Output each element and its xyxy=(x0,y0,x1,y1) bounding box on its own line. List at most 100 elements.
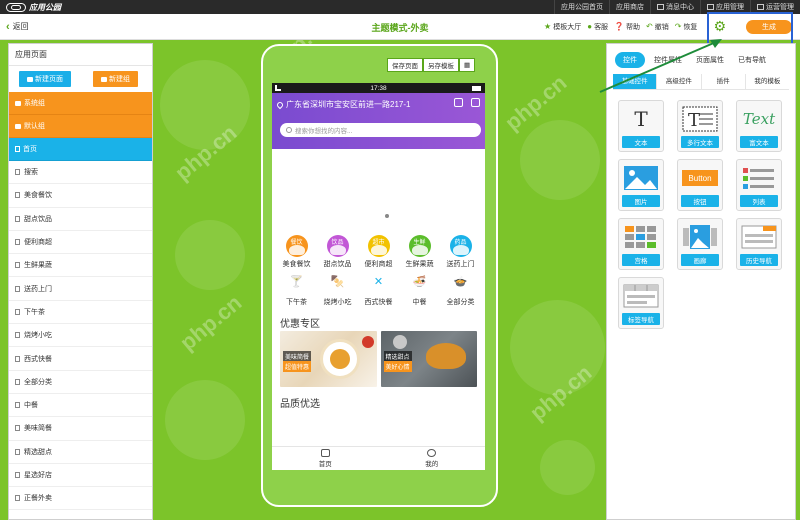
page-item-home[interactable]: 首页 xyxy=(9,138,152,161)
category-item[interactable]: 药品 送药上门 xyxy=(440,235,481,269)
category-item[interactable]: 生鲜 生鲜果蔬 xyxy=(399,235,440,269)
widget-text[interactable]: T 文本 xyxy=(618,100,664,152)
page-item[interactable]: 西式快餐 xyxy=(9,347,152,371)
page-item[interactable]: 美味简餐 xyxy=(9,417,152,441)
page-icon xyxy=(15,262,20,269)
tool-label: 客服 xyxy=(594,23,609,31)
category-item[interactable]: 🍲 全部分类 xyxy=(440,273,481,307)
generate-button[interactable]: 生成 xyxy=(746,19,792,34)
widget-grid[interactable]: 宫格 xyxy=(618,218,664,270)
location[interactable]: 广东省深圳市宝安区前进一路217-1 xyxy=(275,99,410,110)
scan-icon[interactable] xyxy=(454,98,463,107)
widget-tab-nav[interactable]: 标签导航 xyxy=(618,277,664,329)
undo-button[interactable]: ↶ 撤销 xyxy=(646,22,669,32)
page-item[interactable]: 烧烤小吃 xyxy=(9,324,152,348)
top-link-messages[interactable]: 消息中心 xyxy=(650,0,700,14)
category-item[interactable]: 饮品 甜点饮品 xyxy=(317,235,358,269)
promo-card[interactable]: 精选甜点 美好心情 xyxy=(380,331,477,387)
page-label: 便利商超 xyxy=(24,239,52,247)
tab-label: 首页 xyxy=(318,461,332,468)
category-item[interactable]: ✕ 西式快餐 xyxy=(358,273,399,307)
group-default[interactable]: 默认组 xyxy=(9,115,152,138)
page-label: 美食餐饮 xyxy=(24,192,52,200)
category-label: 美食餐饮 xyxy=(282,261,311,268)
category-item[interactable]: 🍢 烧烤小吃 xyxy=(317,273,358,307)
page-icon xyxy=(15,495,20,502)
page-label: 搜索 xyxy=(24,169,38,177)
save-page-button[interactable]: 保存页面 xyxy=(387,58,423,72)
widget-gallery[interactable]: 画廊 xyxy=(677,218,723,270)
promo-section-title: 优惠专区 xyxy=(280,319,320,330)
tool-label: 模板大厅 xyxy=(553,23,582,31)
page-icon xyxy=(15,472,20,478)
subtab-basic[interactable]: 基础控件 xyxy=(613,74,658,89)
back-label: 返回 xyxy=(12,22,29,31)
group-system[interactable]: 系统组 xyxy=(9,92,152,115)
tab-widgets[interactable]: 控件 xyxy=(615,52,645,68)
carousel-dot[interactable] xyxy=(385,214,389,218)
page-item[interactable]: 生鲜果蔬 xyxy=(9,254,152,278)
tab-home[interactable]: 首页 xyxy=(272,447,379,470)
menu-icon xyxy=(757,4,764,10)
template-hall-button[interactable]: ★ 模板大厅 xyxy=(544,22,581,32)
page-item[interactable]: 正餐外卖 xyxy=(9,487,152,511)
qr-code-button[interactable]: ▦ xyxy=(459,58,476,72)
page-item[interactable]: 中餐 xyxy=(9,394,152,418)
top-link-label: 应用管理 xyxy=(716,4,744,11)
subtab-advanced[interactable]: 高级控件 xyxy=(657,74,702,89)
message-icon[interactable] xyxy=(471,98,480,107)
save-template-button[interactable]: 另存模板 xyxy=(423,58,459,72)
chevron-left-icon: ‹ xyxy=(6,20,10,33)
widget-image[interactable]: 图片 xyxy=(618,159,664,211)
page-item[interactable]: 搜索 xyxy=(9,161,152,185)
back-button[interactable]: ‹ 返回 xyxy=(0,21,29,33)
page-icon xyxy=(15,215,20,222)
logo-mark-icon xyxy=(6,2,26,12)
top-link-home[interactable]: 应用公园首页 xyxy=(554,0,609,14)
widget-button[interactable]: Button 按钮 xyxy=(677,159,723,211)
top-link-store[interactable]: 应用商店 xyxy=(609,0,650,14)
widget-multiline-text[interactable]: T 多行文本 xyxy=(677,100,723,152)
category-icon: 🍸 xyxy=(289,276,304,288)
page-item[interactable]: 便利商超 xyxy=(9,231,152,255)
category-icon: 生鲜 xyxy=(408,235,431,257)
carousel[interactable] xyxy=(272,149,485,229)
customer-service-button[interactable]: ● 客服 xyxy=(587,22,608,32)
tab-mine[interactable]: 我的 xyxy=(379,447,486,470)
page-item[interactable]: 美食餐饮 xyxy=(9,184,152,208)
page-item[interactable]: 星选好店 xyxy=(9,464,152,488)
new-page-button[interactable]: 新建页面 xyxy=(19,71,71,87)
subtab-plugins[interactable]: 插件 xyxy=(702,74,746,89)
category-item[interactable]: 餐饮 美食餐饮 xyxy=(276,235,317,269)
redo-button[interactable]: ↷ 恢复 xyxy=(675,22,698,32)
page-label: 星选好店 xyxy=(24,472,52,479)
page-item[interactable]: 全部分类 xyxy=(9,371,152,394)
button-icon: Button xyxy=(681,164,719,192)
gear-icon[interactable]: ⚙ xyxy=(713,18,726,35)
search-input[interactable]: 搜索你想找的内容... xyxy=(280,123,481,137)
tab-page-properties[interactable]: 页面属性 xyxy=(691,52,729,68)
category-label: 甜点饮品 xyxy=(323,261,352,268)
top-link-app-manage[interactable]: 应用管理 xyxy=(700,0,750,14)
widget-history-nav[interactable]: 历史导航 xyxy=(736,218,782,270)
page-item[interactable]: 送药上门 xyxy=(9,277,152,301)
widget-list[interactable]: 列表 xyxy=(736,159,782,211)
category-item[interactable]: 超市 便利商超 xyxy=(358,235,399,269)
help-button[interactable]: ❓ 帮助 xyxy=(614,22,640,32)
tab-existing-nav[interactable]: 已有导航 xyxy=(733,52,771,68)
promo-card[interactable]: 美味简餐 超值特惠 xyxy=(280,331,377,387)
widget-rich-text[interactable]: Text 富文本 xyxy=(736,100,782,152)
tab-widget-properties[interactable]: 控件属性 xyxy=(649,52,687,68)
phone-screen[interactable]: 17:38 广东省深圳市宝安区前进一路217-1 搜索你想找的内容... 餐饮美… xyxy=(272,83,485,470)
new-group-button[interactable]: 新建组 xyxy=(93,71,138,87)
app-logo[interactable]: 应用公园 xyxy=(0,2,61,13)
subtab-my-templates[interactable]: 我的模板 xyxy=(746,74,789,89)
category-item[interactable]: 🍸 下午茶 xyxy=(276,273,317,307)
header-banner[interactable]: 广东省深圳市宝安区前进一路217-1 搜索你想找的内容... xyxy=(272,93,485,149)
top-link-operations[interactable]: 运营管理 xyxy=(750,0,800,14)
croissant-icon xyxy=(425,343,466,369)
category-item[interactable]: 🍜 中餐 xyxy=(399,273,440,307)
page-item[interactable]: 甜点饮品 xyxy=(9,208,152,231)
page-item[interactable]: 精选甜点 xyxy=(9,441,152,464)
page-item[interactable]: 下午茶 xyxy=(9,301,152,325)
